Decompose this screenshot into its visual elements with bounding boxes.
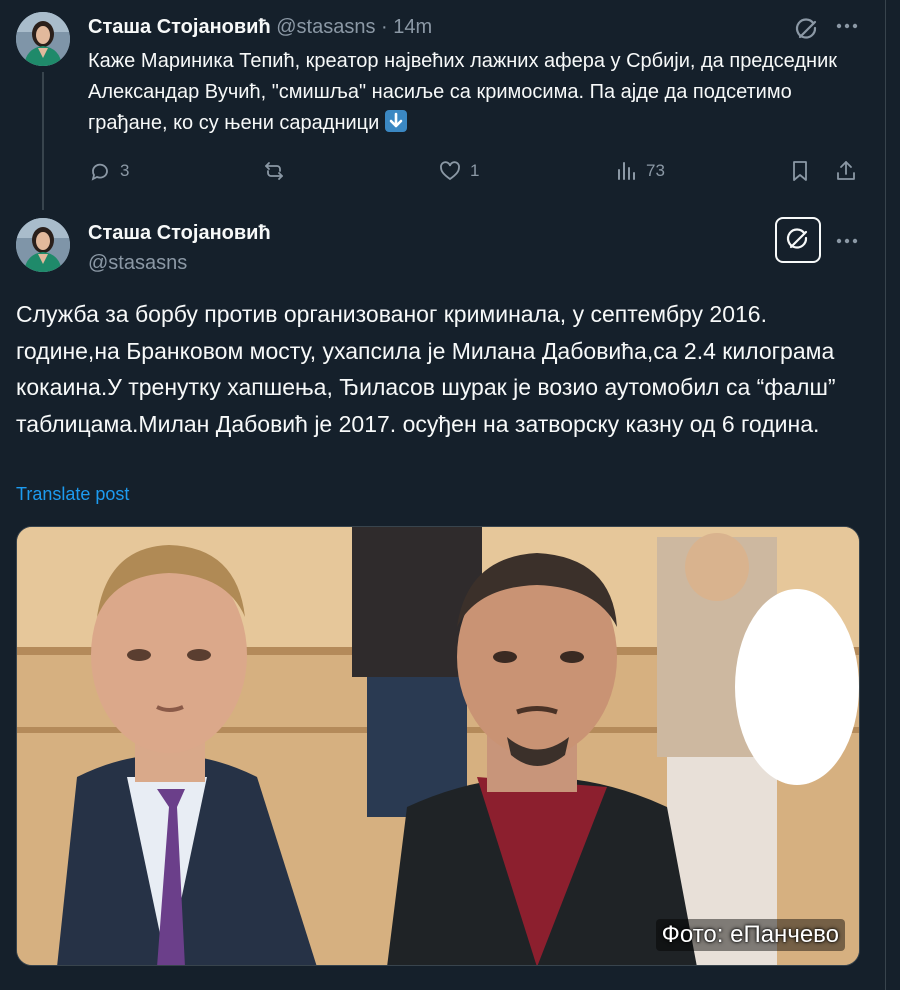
tweet-photo[interactable]: Фото: еПанчево: [16, 526, 860, 966]
separator-dot: ·: [381, 16, 388, 38]
share-icon: [834, 159, 858, 183]
more-icon[interactable]: [836, 237, 858, 245]
tweet-reply-parent[interactable]: Сташа Стојановић @stasasns · 14m Каже Ма…: [0, 0, 885, 210]
bookmark-icon: [788, 159, 812, 183]
timestamp[interactable]: 14m: [393, 16, 432, 38]
repost-icon: [262, 159, 286, 183]
reply-button[interactable]: 3: [88, 154, 129, 188]
avatar[interactable]: [16, 218, 70, 272]
display-name[interactable]: Сташа Стојановић: [88, 16, 271, 38]
grok-icon[interactable]: [775, 217, 821, 263]
like-icon: [438, 159, 462, 183]
user-handle[interactable]: @stasasns: [88, 250, 187, 276]
translate-post-link[interactable]: Translate post: [16, 484, 129, 505]
grok-icon[interactable]: [794, 17, 820, 43]
thread-connector: [42, 72, 44, 210]
more-icon[interactable]: [836, 22, 858, 30]
repost-button[interactable]: [262, 154, 294, 188]
display-name[interactable]: Сташа Стојановић: [88, 220, 271, 246]
tweet-actions: 3 1 73: [88, 154, 868, 188]
avatar[interactable]: [16, 12, 70, 66]
share-button[interactable]: [834, 154, 858, 188]
timeline-border: [885, 0, 886, 990]
views-icon: [614, 159, 638, 183]
like-count: 1: [470, 161, 480, 180]
tweet-body: Каже Мариника Тепић, креатор највећих ла…: [88, 50, 837, 134]
views-button[interactable]: 73: [614, 154, 665, 188]
user-handle[interactable]: @stasasns: [276, 16, 375, 38]
down-arrow-emoji-icon: [384, 110, 407, 132]
views-count: 73: [646, 161, 665, 180]
tweet-text: Каже Мариника Тепић, креатор највећих ла…: [88, 46, 868, 139]
like-button[interactable]: 1: [438, 154, 479, 188]
reply-count: 3: [120, 161, 130, 180]
bookmark-button[interactable]: [788, 154, 812, 188]
reply-icon: [88, 159, 112, 183]
tweet-text: Служба за борбу против организованог кри…: [16, 301, 836, 437]
tweet-header: Сташа Стојановић @stasasns · 14m: [88, 14, 432, 40]
photo-credit: Фото: еПанчево: [655, 919, 845, 951]
